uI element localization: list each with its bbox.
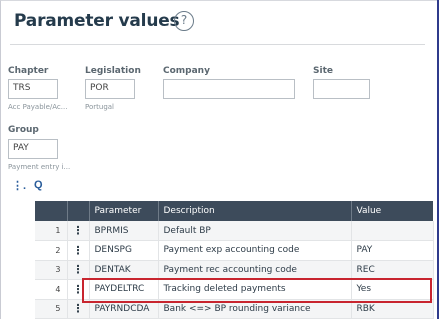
group-description: Payment entry i... bbox=[8, 163, 71, 171]
highlight-box bbox=[82, 278, 432, 303]
page-title: Parameter values bbox=[14, 11, 180, 31]
group-field[interactable]: PAY bbox=[8, 139, 58, 159]
row-number: 4 bbox=[35, 279, 68, 300]
row-menu-icon[interactable]: ⋮ bbox=[67, 240, 90, 261]
parameter-cell[interactable]: DENSPG bbox=[89, 240, 159, 261]
site-label: Site bbox=[313, 66, 333, 76]
chapter-label: Chapter bbox=[8, 66, 49, 76]
help-icon[interactable]: ? bbox=[174, 11, 194, 31]
table-header-row: Parameter Description Value bbox=[35, 201, 433, 221]
table-row[interactable]: 1 ⋮ BPRMIS Default BP bbox=[35, 221, 434, 241]
company-field[interactable] bbox=[163, 79, 295, 99]
table-row[interactable]: 3 ⋮ DENTAK Payment rec accounting code R… bbox=[35, 260, 434, 280]
row-menu-icon[interactable]: ⋮ bbox=[67, 221, 90, 241]
row-options-icon[interactable]: ⋮. bbox=[12, 179, 26, 192]
row-menu-icon[interactable]: ⋮ bbox=[67, 260, 90, 280]
parameter-cell[interactable]: DENTAK bbox=[89, 260, 159, 280]
header-value[interactable]: Value bbox=[351, 201, 433, 221]
table-row[interactable]: 2 ⋮ DENSPG Payment exp accounting code P… bbox=[35, 240, 434, 261]
header-description[interactable]: Description bbox=[158, 201, 352, 221]
group-label: Group bbox=[8, 125, 39, 135]
header-parameter[interactable]: Parameter bbox=[89, 201, 159, 221]
row-number: 2 bbox=[35, 240, 68, 261]
row-number: 3 bbox=[35, 260, 68, 280]
header-menu bbox=[67, 201, 90, 221]
company-label: Company bbox=[163, 66, 210, 76]
parameter-cell[interactable]: BPRMIS bbox=[89, 221, 159, 241]
legislation-field[interactable]: POR bbox=[85, 79, 135, 99]
value-cell[interactable]: PAY bbox=[351, 240, 434, 261]
legislation-description: Portugal bbox=[85, 103, 114, 111]
chapter-field[interactable]: TRS bbox=[8, 79, 58, 99]
search-icon[interactable]: Q bbox=[34, 179, 43, 191]
description-cell: Default BP bbox=[158, 221, 352, 241]
description-cell: Payment rec accounting code bbox=[158, 260, 352, 280]
chapter-description: Acc Payable/Ac... bbox=[8, 103, 68, 111]
site-field[interactable] bbox=[313, 79, 370, 99]
value-cell[interactable]: REC bbox=[351, 260, 434, 280]
description-cell: Payment exp accounting code bbox=[158, 240, 352, 261]
value-cell[interactable] bbox=[351, 221, 434, 241]
row-number: 5 bbox=[35, 299, 68, 319]
header-num bbox=[35, 201, 68, 221]
row-number: 1 bbox=[35, 221, 68, 241]
legislation-label: Legislation bbox=[85, 66, 141, 76]
header-divider bbox=[10, 44, 425, 45]
